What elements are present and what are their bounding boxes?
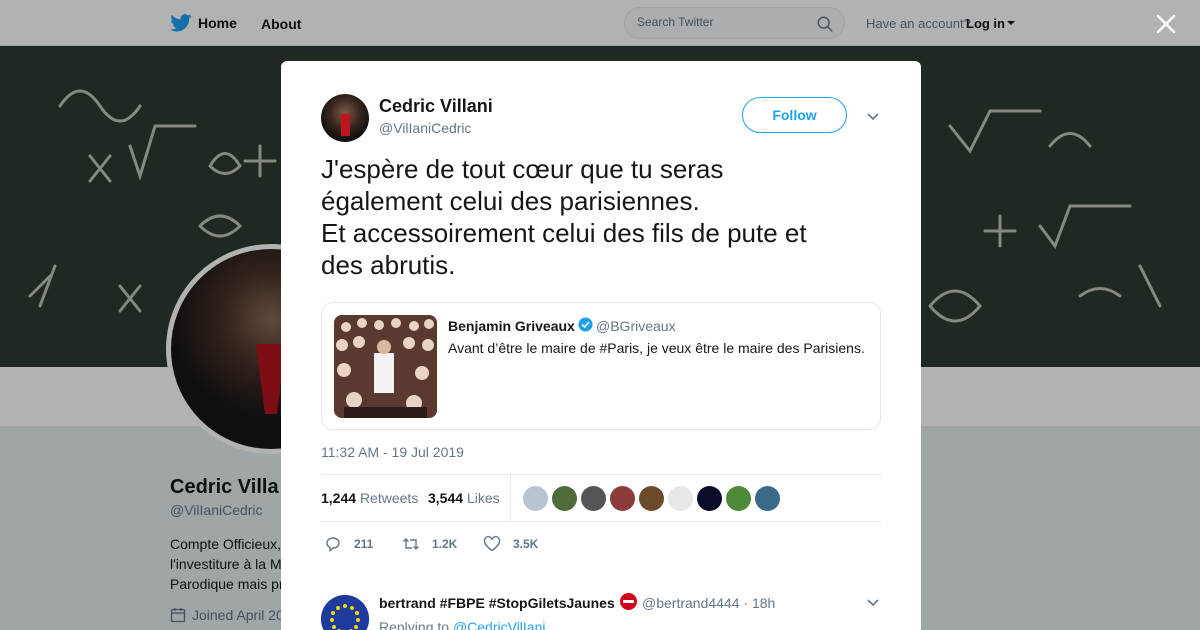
retweet-icon — [403, 538, 419, 550]
tweet-text-line: également celui des parisiennes. — [321, 186, 700, 216]
retweet-action[interactable]: 1.2K — [402, 535, 457, 553]
tweet-text-line: des abrutis. — [321, 250, 456, 280]
heart-icon — [483, 535, 501, 552]
tweet-text: J'espère de tout cœur que tu seras égale… — [321, 153, 881, 281]
retweet-count: 1.2K — [432, 537, 458, 551]
tweet-text-line: J'espère de tout cœur que tu seras — [321, 154, 724, 184]
quoted-author-name[interactable]: Benjamin Griveaux — [448, 318, 575, 334]
liker-avatar[interactable] — [523, 486, 548, 511]
quoted-tweet-image[interactable] — [334, 315, 437, 418]
likes-stat[interactable]: 3,544 Likes — [428, 490, 500, 506]
quoted-tweet-text: Avant d’être le maire de #Paris, je veux… — [448, 340, 865, 356]
verified-badge-icon — [578, 317, 593, 332]
liker-avatar[interactable] — [552, 486, 577, 511]
quoted-tweet-card[interactable]: Benjamin Griveaux @BGriveaux Avant d’êtr… — [321, 302, 881, 430]
likes-label: Likes — [466, 490, 500, 506]
no-entry-icon — [620, 593, 637, 610]
liker-avatar[interactable] — [697, 486, 722, 511]
close-icon[interactable] — [1154, 12, 1178, 36]
liker-avatar[interactable] — [668, 486, 693, 511]
liker-avatar[interactable] — [726, 486, 751, 511]
replying-to: Replying to @CedricVilIani — [379, 619, 545, 630]
avatar-tie-graphic — [341, 114, 350, 136]
author-name[interactable]: Cedric Villani — [379, 96, 493, 117]
eu-flag-graphic — [321, 595, 369, 630]
liker-avatar[interactable] — [755, 486, 780, 511]
replying-to-link[interactable]: @CedricVilIani — [453, 619, 546, 630]
tweet-timestamp[interactable]: 11:32 AM - 19 Jul 2019 — [321, 444, 464, 460]
reply-icon — [326, 537, 340, 552]
reply-count: 211 — [354, 537, 374, 551]
tweet-modal: Cedric Villani @VilIaniCedric Follow J'e… — [281, 61, 921, 630]
quoted-author-handle[interactable]: @BGriveaux — [596, 318, 676, 334]
reply-author-avatar[interactable] — [321, 595, 369, 630]
liker-avatar[interactable] — [639, 486, 664, 511]
tweet-text-line: Et accessoirement celui des fils de pute… — [321, 218, 807, 248]
stats-divider — [510, 475, 511, 522]
like-count: 3.5K — [513, 537, 539, 551]
tweet-stats: 1,244 Retweets 3,544 Likes — [321, 474, 881, 522]
author-handle[interactable]: @VilIaniCedric — [379, 120, 472, 136]
retweets-count: 1,244 — [321, 490, 357, 506]
liker-avatar[interactable] — [581, 486, 606, 511]
like-action[interactable]: 3.5K — [483, 535, 538, 553]
reply-action[interactable]: 211 — [324, 535, 373, 553]
chevron-down-icon[interactable] — [866, 595, 880, 609]
replies-separator — [281, 571, 921, 581]
chevron-down-icon[interactable] — [866, 109, 880, 123]
reply-author-handle[interactable]: @bertrand4444 · 18h — [642, 595, 775, 611]
crowd-photo-graphic — [334, 315, 437, 418]
replying-to-prefix: Replying to — [379, 619, 450, 630]
retweets-stat[interactable]: 1,244 Retweets — [321, 490, 418, 506]
retweets-label: Retweets — [359, 490, 419, 506]
follow-button[interactable]: Follow — [742, 97, 847, 133]
author-avatar[interactable] — [321, 94, 369, 142]
likes-count: 3,544 — [428, 490, 464, 506]
reply-author-name[interactable]: bertrand #FBPE #StopGiletsJaunes — [379, 595, 615, 611]
liker-avatar[interactable] — [610, 486, 635, 511]
